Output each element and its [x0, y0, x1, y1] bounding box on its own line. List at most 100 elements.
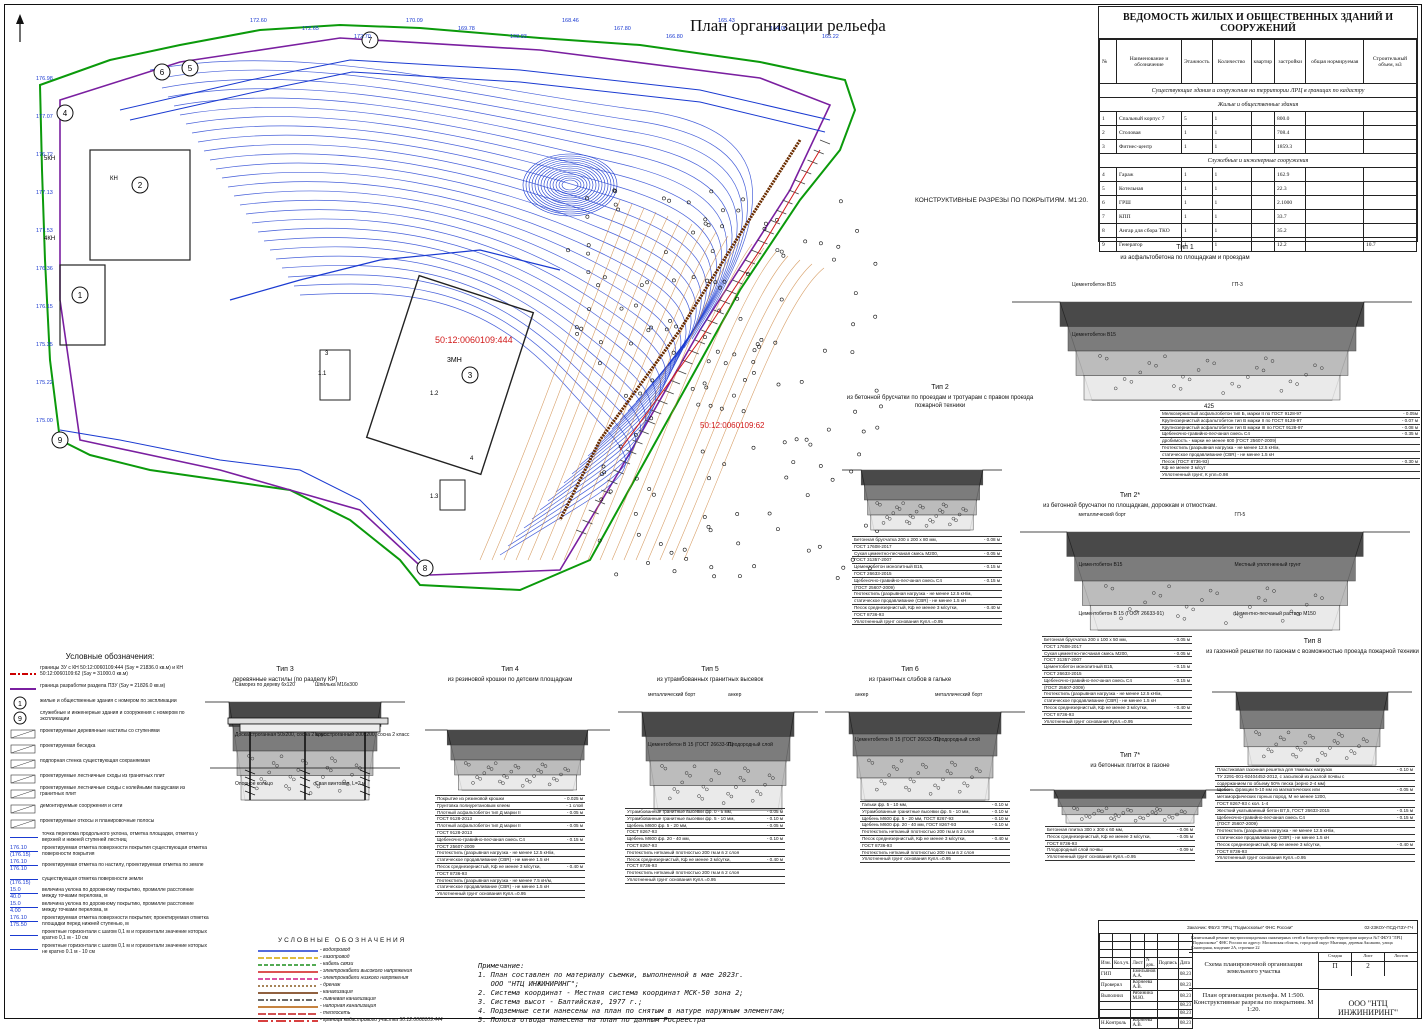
legend-mark-row: проектные горизонтали с шагом 0,1 м и го…: [10, 928, 210, 942]
section-label: металлический борт: [648, 692, 696, 698]
section-label: Цементобетон В15: [1078, 561, 1123, 568]
layer-name: (ГОСТ 25607-2009): [1217, 821, 1258, 827]
table-row: [1099, 933, 1194, 942]
layer-thickness: - 0.07 м: [1401, 417, 1418, 423]
layer-name: метаморфических горных пород, М не менее…: [1217, 794, 1327, 800]
legend-label: демонтируемые сооружения и сети: [40, 802, 123, 809]
note-line: 3. Система высот - Балтийская, 1977 г.;: [478, 998, 643, 1006]
layer-list: Бетонная брусчатка 200 х 100 х 50 мм, - 0…: [1042, 636, 1192, 726]
section-label: Свая винтовая, L=2 м: [315, 781, 366, 787]
table-row: [1099, 949, 1194, 958]
section-layer: [446, 729, 589, 746]
layer-row: Щебеночно-гравийно-песчаная смесь С4 - 0.…: [1042, 678, 1192, 685]
layer-name: Песок среднезернистый, Кф не менее 3 м/с…: [1217, 841, 1321, 847]
legend-row: 1 жилые и общественные здания с номером п…: [10, 693, 210, 709]
layer-row: Сухая цементно-песчаная смесь М200, - 0.0…: [852, 551, 1002, 558]
section-label: Опорное кольцо: [235, 781, 273, 787]
layer-thickness: - 0.05 м: [766, 809, 783, 814]
layer-thickness: - 0.08 м: [983, 537, 1000, 542]
layer-name: Геотекстиль нетканый плотностью 200 гм.м…: [627, 870, 740, 876]
layer-row: ГОСТ 8736-93: [852, 612, 1002, 619]
layer-name: ГОСТ 9128-2013: [437, 816, 473, 822]
layer-row: Цементобетон монолитный В15, - 0.15 м: [1042, 664, 1192, 671]
utility-legend-label: - электрокабели высокого напряжения: [320, 967, 412, 974]
layer-row: Геотекстиль нетканый плотностью 200 гм.м…: [860, 850, 1010, 857]
layer-name: Песок среднезернистый, Кф не менее 3 м/с…: [1047, 833, 1151, 839]
layer-thickness: - 0.05 м: [766, 822, 783, 828]
section-title: Тип 1: [1176, 244, 1194, 251]
layer-row: Утрамбованные гранитные высевки фр. 5 - …: [860, 809, 1010, 816]
table-cell: [1099, 949, 1113, 958]
table-row: Н.Контроль Корнеева А.В. 08.23: [1098, 1017, 1194, 1029]
section-label: Плодородный слой: [935, 737, 980, 743]
layer-row: ГОСТ 26633-2015: [852, 571, 1002, 578]
legend-mark-label: величина уклона по дорожному покрытию, п…: [42, 887, 194, 899]
layer-thickness: - 0.10 м: [1396, 767, 1413, 772]
role: ГИП: [1098, 968, 1132, 980]
layer-name: ГОСТ 8736-93: [854, 611, 884, 617]
legend-label: подпорная стенка существующая сохраняема…: [40, 757, 150, 764]
layer-thickness: - 0.40 м: [766, 856, 783, 862]
section-layer: [458, 774, 577, 791]
layer-thickness: - 0.15 м: [1396, 814, 1413, 820]
section-subtitle: из бетонных плиток в газоне: [1090, 763, 1170, 769]
layer-row: Песок среднезернистый, Кф не менее 3 м/с…: [1045, 834, 1195, 841]
layer-name: Щебеночно-гравийно-песчаная смесь С4: [1044, 677, 1132, 683]
mark-bottom: 4.00: [10, 907, 21, 914]
legend: Условные обозначения: границы ЗУ с КН 50…: [10, 652, 210, 956]
note-line: 1. План составлен по материалу съемки, в…: [478, 971, 744, 979]
stage-value: П: [1319, 962, 1352, 976]
legend-mark-values: 176.10 176.10: [10, 859, 38, 872]
layer-name: ГОСТ 17608-2017: [854, 543, 892, 549]
layer-name: Крупнозернистый асфальтобетон тип В марк…: [1162, 424, 1303, 430]
section-layer: [454, 759, 581, 776]
layer-name: Песок среднезернистый, Кф не менее 3 м/с…: [862, 835, 966, 841]
drawing-sheet: 50:12:0060109:444 50:12:0060109:62 3МН 1…: [0, 0, 1428, 1029]
layer-name: ГОСТ 8736-93: [437, 870, 467, 876]
company-name: ООО "НТЦ ИНЖИНИРИНГ": [1338, 999, 1398, 1017]
layer-name: Утрамбованные гранитные высевки фр. 0 - …: [627, 809, 733, 814]
layer-row: ГОСТ 8736-93: [1045, 841, 1195, 848]
layer-thickness: - 0.40 м: [991, 835, 1008, 841]
section-drawing: [825, 711, 1025, 801]
legend-mark-label: величина уклона по дорожному покрытию, п…: [42, 901, 194, 913]
mark-top: 15.0: [10, 887, 38, 894]
layer-name: Геотекстиль (разрывная нагрузка - не мен…: [437, 877, 553, 883]
layer-row: Геотекстиль (разрывная нагрузка - не мен…: [1160, 445, 1420, 452]
section-layer: [1061, 806, 1199, 816]
mark-bottom: [10, 936, 38, 942]
section-label: Шпилька М16х300: [315, 682, 358, 688]
legend-label: границы ЗУ с КН 50:12:0060109:444 (Sзу =…: [40, 664, 183, 677]
layer-thickness: - 0.05 м: [1173, 650, 1190, 656]
layer-thickness: - 0.15 м: [983, 577, 1000, 583]
layer-name: содержанием по объему 50% песка (зерно 2…: [1217, 780, 1326, 786]
layer-name: ГОСТ 8736-93: [1044, 711, 1074, 717]
layer-row: ГОСТ 25607-2009: [435, 844, 585, 851]
layer-row: Грунтовка полиуретановым клеем - 1 слой: [435, 803, 585, 810]
section-layer: [1243, 728, 1381, 748]
layer-row: Пластиковая газонная решетка для тяжелых…: [1215, 767, 1415, 774]
person-name: Корнеева А.В.: [1130, 1017, 1158, 1029]
sheets-value: [1385, 962, 1417, 976]
layer-name: Геотекстиль нетканый плотностью 200 гм.м…: [862, 849, 975, 855]
layer-list: Бетонная плитка 300 х 300 х 60 мм, - 0.06…: [1045, 826, 1195, 861]
layer-list: Гальки фр. 5 - 10 мм, - 0.10 м Утрамбованн…: [860, 801, 1010, 864]
layer-name: Уплотненный грунт основания Купл.=0.95: [862, 856, 951, 862]
layer-name: Щебень М600 фр. 20 - 40 мм, ГОСТ 8267-93: [862, 822, 957, 828]
table-header-cell: Подпись: [1156, 957, 1179, 969]
layer-row: ГОСТ 8736-93: [1215, 849, 1415, 856]
utility-line-icon: [258, 1011, 320, 1029]
layer-thickness: - 0.10 м: [991, 815, 1008, 821]
layer-row: статическое продавливание (CBR) - не мен…: [852, 598, 1002, 605]
signature: [1156, 1017, 1179, 1029]
section-label: ГП-5: [1234, 512, 1246, 518]
section-drawing: [1212, 691, 1412, 766]
section-layer: [1247, 746, 1377, 766]
table-header-cell: Изм.: [1099, 957, 1113, 969]
section-title: Тип 4: [501, 666, 519, 673]
utility-legend: УСЛОВНЫЕ ОБОЗНАЧЕНИЯ - водопровод - газоп…: [258, 937, 458, 1023]
table-cell: [1111, 933, 1132, 942]
layer-row: Уплотненный грунт основания Купл.=0.95: [1045, 854, 1195, 861]
legend-mark-label: проектируемая отметка по настилу, проект…: [42, 862, 204, 868]
layer-name: ГОСТ 31357-2007: [1044, 657, 1082, 663]
